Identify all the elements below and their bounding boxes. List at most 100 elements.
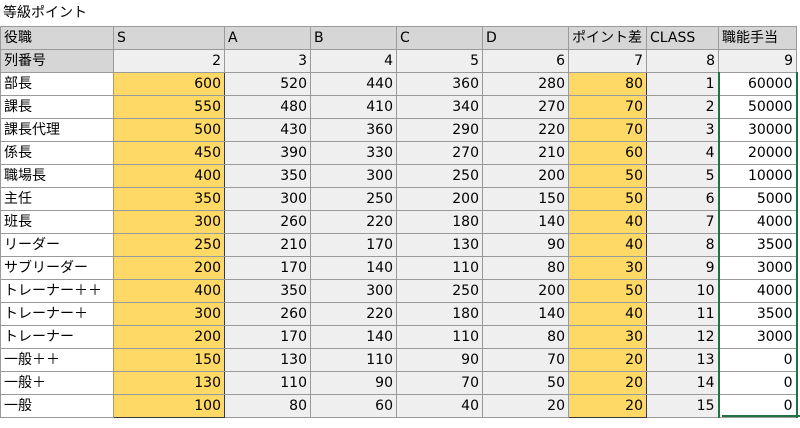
c-cell[interactable]: 340 [396,95,483,119]
c-cell[interactable]: 130 [396,233,483,257]
role-cell[interactable]: 係長 [0,141,114,165]
s-cell[interactable]: 550 [113,95,225,119]
d-cell[interactable]: 150 [482,187,569,211]
diff-cell[interactable]: 20 [568,348,647,372]
column-number-a[interactable]: 3 [224,49,311,73]
c-cell[interactable]: 110 [396,325,483,349]
class-cell[interactable]: 15 [646,394,719,418]
a-cell[interactable]: 430 [224,118,311,142]
diff-cell[interactable]: 20 [568,371,647,395]
c-cell[interactable]: 250 [396,279,483,303]
s-cell[interactable]: 130 [113,371,225,395]
diff-cell[interactable]: 70 [568,95,647,119]
s-cell[interactable]: 600 [113,72,225,96]
diff-cell[interactable]: 20 [568,394,647,418]
header-point-diff[interactable]: ポイント差 [568,26,647,50]
d-cell[interactable]: 140 [482,302,569,326]
s-cell[interactable]: 300 [113,210,225,234]
diff-cell[interactable]: 70 [568,118,647,142]
sheet-title[interactable]: 等級ポイント [3,2,87,24]
allowance-cell[interactable]: 30000 [717,118,798,142]
b-cell[interactable]: 140 [310,256,397,280]
a-cell[interactable]: 350 [224,279,311,303]
diff-cell[interactable]: 30 [568,256,647,280]
b-cell[interactable]: 330 [310,141,397,165]
s-cell[interactable]: 200 [113,256,225,280]
allowance-cell[interactable]: 4000 [717,279,798,303]
c-cell[interactable]: 180 [396,210,483,234]
d-cell[interactable]: 50 [482,371,569,395]
allowance-cell[interactable]: 50000 [717,95,798,119]
a-cell[interactable]: 170 [224,256,311,280]
allowance-cell[interactable]: 3500 [717,233,798,257]
b-cell[interactable]: 410 [310,95,397,119]
a-cell[interactable]: 80 [224,394,311,418]
d-cell[interactable]: 140 [482,210,569,234]
s-cell[interactable]: 200 [113,325,225,349]
a-cell[interactable]: 210 [224,233,311,257]
s-cell[interactable]: 400 [113,279,225,303]
s-cell[interactable]: 500 [113,118,225,142]
column-number-diff[interactable]: 7 [568,49,647,73]
diff-cell[interactable]: 50 [568,279,647,303]
c-cell[interactable]: 290 [396,118,483,142]
c-cell[interactable]: 90 [396,348,483,372]
b-cell[interactable]: 220 [310,210,397,234]
class-cell[interactable]: 13 [646,348,719,372]
a-cell[interactable]: 480 [224,95,311,119]
b-cell[interactable]: 170 [310,233,397,257]
diff-cell[interactable]: 40 [568,233,647,257]
allowance-cell[interactable]: 60000 [717,72,798,96]
b-cell[interactable]: 110 [310,348,397,372]
d-cell[interactable]: 80 [482,325,569,349]
column-number-c[interactable]: 5 [396,49,483,73]
header-c[interactable]: C [396,26,483,50]
c-cell[interactable]: 200 [396,187,483,211]
diff-cell[interactable]: 40 [568,210,647,234]
a-cell[interactable]: 300 [224,187,311,211]
a-cell[interactable]: 520 [224,72,311,96]
allowance-cell[interactable]: 5000 [717,187,798,211]
role-cell[interactable]: 一般＋ [0,371,114,395]
b-cell[interactable]: 360 [310,118,397,142]
diff-cell[interactable]: 80 [568,72,647,96]
s-cell[interactable]: 300 [113,302,225,326]
allowance-cell[interactable]: 0 [717,348,798,372]
role-cell[interactable]: トレーナー [0,325,114,349]
role-cell[interactable]: トレーナー＋＋ [0,279,114,303]
role-cell[interactable]: 職場長 [0,164,114,188]
c-cell[interactable]: 360 [396,72,483,96]
header-allowance[interactable]: 職能手当 [718,26,797,50]
a-cell[interactable]: 130 [224,348,311,372]
d-cell[interactable]: 200 [482,279,569,303]
column-number-allowance[interactable]: 9 [718,49,797,73]
diff-cell[interactable]: 50 [568,164,647,188]
b-cell[interactable]: 220 [310,302,397,326]
allowance-cell[interactable]: 3500 [717,302,798,326]
diff-cell[interactable]: 40 [568,302,647,326]
b-cell[interactable]: 140 [310,325,397,349]
allowance-cell[interactable]: 3000 [717,256,798,280]
role-cell[interactable]: リーダー [0,233,114,257]
header-role[interactable]: 役職 [0,26,114,50]
role-cell[interactable]: 班長 [0,210,114,234]
c-cell[interactable]: 40 [396,394,483,418]
allowance-cell[interactable]: 20000 [717,141,798,165]
header-d[interactable]: D [482,26,569,50]
c-cell[interactable]: 180 [396,302,483,326]
class-cell[interactable]: 9 [646,256,719,280]
s-cell[interactable]: 100 [113,394,225,418]
b-cell[interactable]: 440 [310,72,397,96]
b-cell[interactable]: 60 [310,394,397,418]
d-cell[interactable]: 70 [482,348,569,372]
c-cell[interactable]: 70 [396,371,483,395]
allowance-cell[interactable]: 4000 [717,210,798,234]
s-cell[interactable]: 350 [113,187,225,211]
c-cell[interactable]: 110 [396,256,483,280]
allowance-cell[interactable]: 0 [717,371,798,395]
header-class[interactable]: CLASS [646,26,719,50]
diff-cell[interactable]: 30 [568,325,647,349]
d-cell[interactable]: 20 [482,394,569,418]
a-cell[interactable]: 170 [224,325,311,349]
class-cell[interactable]: 14 [646,371,719,395]
